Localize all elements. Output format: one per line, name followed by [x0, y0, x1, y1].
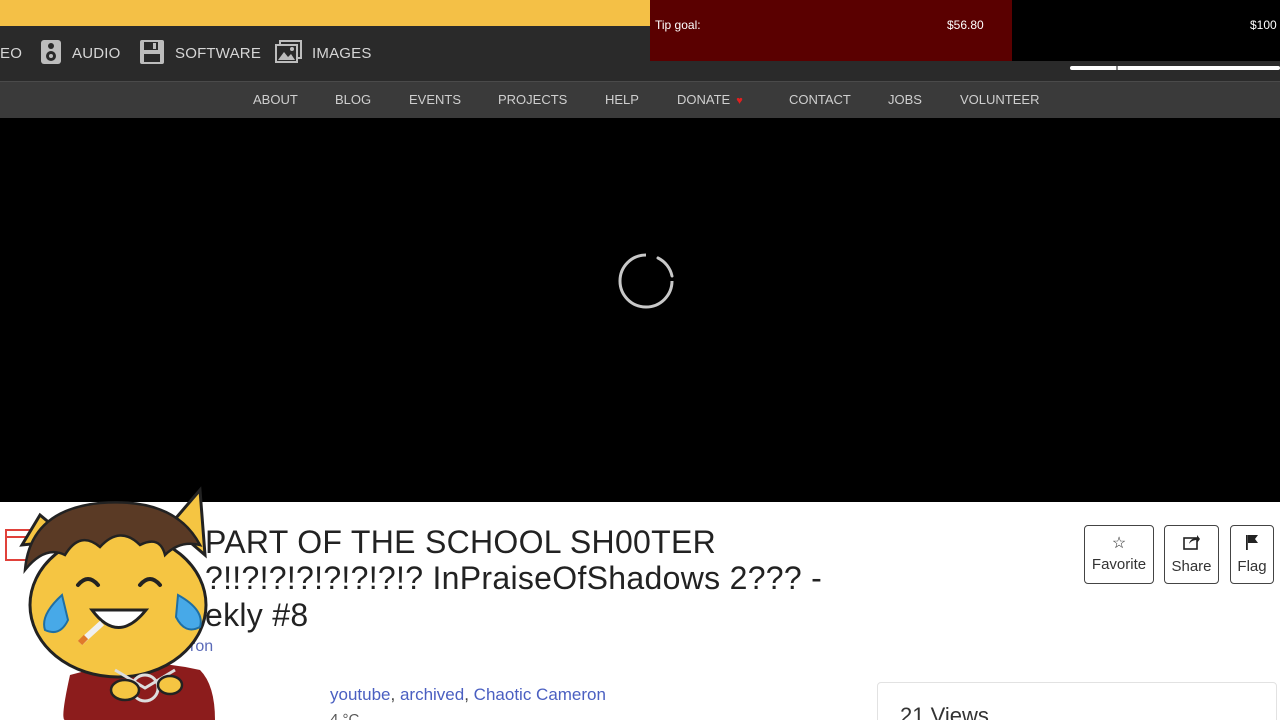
media-nav-label: IMAGES — [312, 45, 372, 62]
floppy-icon — [139, 39, 165, 69]
nav-events[interactable]: EVENTS — [409, 82, 461, 118]
main-nav: ABOUT BLOG EVENTS PROJECTS HELP DONATE ♥ … — [0, 81, 1280, 118]
tip-goal-label: Tip goal: — [655, 18, 701, 32]
search-input[interactable] — [1070, 66, 1280, 70]
nav-contact[interactable]: CONTACT — [789, 82, 851, 118]
media-type-nav: EO AUDIO SOFTWARE IMAGES — [0, 26, 650, 81]
item-title-line-2: ?!!?!?!?!?!?!?!? InPraiseOfShadows 2??? … — [205, 560, 823, 596]
views-count: 21 Views — [900, 703, 989, 720]
header-filler — [650, 61, 1280, 81]
tag-link[interactable]: Chaotic Cameron — [474, 685, 606, 704]
video-player[interactable] — [0, 118, 1280, 502]
loading-spinner-icon — [618, 253, 674, 309]
nav-about[interactable]: ABOUT — [253, 82, 298, 118]
tip-goal-current: $56.80 — [947, 18, 984, 32]
item-meta-partial: 4 °C — [330, 711, 360, 720]
nav-donate-label: DONATE — [677, 92, 731, 107]
tag-link[interactable]: archived — [400, 685, 464, 704]
flag-icon — [1245, 534, 1259, 554]
flag-label: Flag — [1237, 558, 1267, 575]
tip-goal-widget: Tip goal: $56.80 $100 — [650, 0, 1280, 61]
nav-jobs[interactable]: JOBS — [888, 82, 922, 118]
media-nav-label: SOFTWARE — [175, 45, 262, 62]
mascot-cat-avatar — [5, 486, 216, 720]
heart-icon: ♥ — [736, 95, 743, 107]
media-nav-images[interactable]: IMAGES — [275, 26, 372, 81]
share-icon — [1182, 534, 1201, 554]
views-panel: 21 Views — [877, 682, 1277, 720]
tip-goal-target: $100 — [1250, 18, 1277, 32]
share-button[interactable]: Share — [1164, 525, 1219, 584]
favorite-label: Favorite — [1091, 556, 1147, 573]
images-icon — [275, 39, 302, 68]
flag-button[interactable]: Flag — [1230, 525, 1274, 584]
share-label: Share — [1171, 558, 1212, 575]
media-nav-software[interactable]: SOFTWARE — [139, 26, 261, 81]
nav-volunteer[interactable]: VOLUNTEER — [960, 82, 1039, 118]
top-banner-strip — [0, 0, 650, 26]
speaker-icon — [40, 39, 62, 69]
nav-blog[interactable]: BLOG — [335, 82, 371, 118]
nav-projects[interactable]: PROJECTS — [498, 82, 567, 118]
nav-donate[interactable]: DONATE ♥ — [677, 82, 743, 118]
item-tags: youtube, archived, Chaotic Cameron — [330, 685, 606, 704]
favorite-button[interactable]: ☆ Favorite — [1084, 525, 1154, 584]
tag-link[interactable]: youtube — [330, 685, 391, 704]
media-nav-video[interactable]: EO — [0, 26, 22, 81]
media-nav-label: EO — [0, 45, 23, 62]
star-icon: ☆ — [1111, 535, 1127, 552]
item-title-line-1: PART OF THE SCHOOL SH00TER — [205, 524, 717, 560]
nav-help[interactable]: HELP — [605, 82, 639, 118]
media-nav-label: AUDIO — [72, 45, 121, 62]
page: Tip goal: $56.80 $100 EO AUDIO SOFTWARE … — [0, 0, 1280, 720]
media-nav-audio[interactable]: AUDIO — [40, 26, 121, 81]
